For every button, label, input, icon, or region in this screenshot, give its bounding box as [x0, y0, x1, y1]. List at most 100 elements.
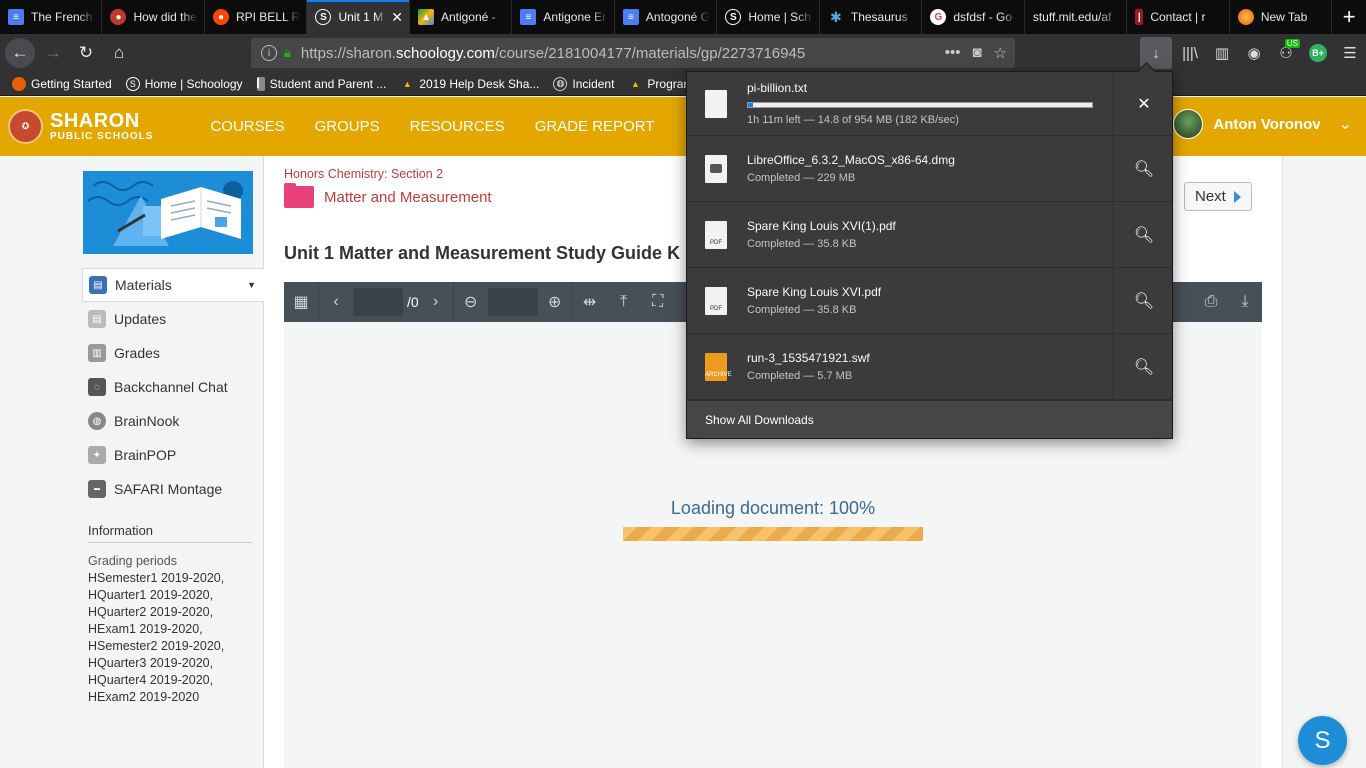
avatar	[1173, 109, 1204, 139]
nav-courses[interactable]: COURSES	[210, 118, 284, 135]
profile-badge: B+	[1309, 44, 1327, 62]
chevron-left-icon: ‹	[333, 293, 339, 310]
download-arrow-icon: ↓	[1152, 44, 1160, 62]
tab-stuff-mit[interactable]: stuff.mit.edu/af	[1025, 0, 1128, 34]
download-button[interactable]: ⤓	[1228, 282, 1262, 322]
logo-line-2: PUBLIC SCHOOLS	[50, 131, 154, 142]
sidebar-item-backchannel-chat[interactable]: ◌ Backchannel Chat	[82, 370, 264, 404]
tab-label: How did the	[133, 10, 197, 24]
user-menu[interactable]: Anton Voronov ⌄	[1173, 109, 1352, 139]
download-item[interactable]: LibreOffice_6.3.2_MacOS_x86-64.dmg Compl…	[687, 136, 1172, 202]
caret-down-icon[interactable]: ▼	[247, 280, 256, 290]
grading-period: HSemester2 2019-2020,	[88, 639, 225, 653]
new-tab-button[interactable]: +	[1332, 0, 1366, 34]
reload-button[interactable]: ↻	[71, 38, 101, 68]
tab-new-tab[interactable]: New Tab	[1230, 0, 1333, 34]
nav-resources[interactable]: RESOURCES	[410, 118, 505, 135]
download-filename: Spare King Louis XVI(1).pdf	[747, 219, 896, 233]
url-text[interactable]: https://sharon.schoology.com/course/2181…	[301, 45, 805, 62]
sidebar-item-grades[interactable]: ▥ Grades	[82, 336, 264, 370]
home-icon: ⌂	[113, 43, 125, 62]
download-icon: ⤓	[1241, 293, 1249, 310]
tab-rpi-bell[interactable]: ● RPI BELL RI	[205, 0, 308, 34]
download-filename: LibreOffice_6.3.2_MacOS_x86-64.dmg	[747, 153, 955, 167]
bookmark-getting-started[interactable]: Getting Started	[12, 76, 112, 91]
close-tab-icon[interactable]: ✕	[391, 9, 403, 26]
show-in-folder-button[interactable]: 🔍︎	[1114, 202, 1174, 267]
arrow-left-icon: ←	[11, 43, 29, 62]
download-item[interactable]: PDF Spare King Louis XVI(1).pdf Complete…	[687, 202, 1172, 268]
firefox-icon	[12, 76, 26, 91]
next-button[interactable]: Next	[1184, 182, 1252, 211]
nav-grade-report[interactable]: GRADE REPORT	[535, 118, 655, 135]
sidebar-item-updates[interactable]: ▤ Updates	[82, 302, 264, 336]
text-file-icon	[705, 89, 727, 118]
previous-page-button[interactable]: ‹	[319, 282, 353, 322]
show-in-folder-button[interactable]: 🔍︎	[1114, 136, 1174, 201]
bookmark-home-schoology[interactable]: S Home | Schoology	[125, 76, 243, 91]
url-bar[interactable]: i 🔒︎ https://sharon.schoology.com/course…	[251, 38, 1015, 68]
home-button[interactable]: ⌂	[104, 38, 134, 68]
bookmark-star-icon[interactable]: ☆	[994, 44, 1007, 62]
thumbnails-button[interactable]: ▦	[284, 282, 318, 322]
downloads-panel: pi-billion.txt 1h 11m left — 14.8 of 954…	[686, 71, 1173, 439]
chat-launcher-button[interactable]: S	[1298, 716, 1347, 765]
bookmark-student-parent[interactable]: ▎ Student and Parent ...	[256, 76, 386, 91]
search-icon: 🔍︎	[1133, 292, 1155, 310]
tab-contact[interactable]: | Contact | r	[1127, 0, 1230, 34]
library-button[interactable]: |||\	[1174, 37, 1206, 69]
tab-how-did-the[interactable]: ● How did the	[102, 0, 205, 34]
show-all-downloads-button[interactable]: Show All Downloads	[687, 400, 1172, 438]
pocket-icon[interactable]: ◙	[972, 44, 981, 62]
show-in-folder-button[interactable]: 🔍︎	[1114, 268, 1174, 333]
back-button[interactable]: ←	[5, 38, 35, 68]
tab-antogone-g[interactable]: ≡ Antogoné G	[615, 0, 718, 34]
sidebar-button[interactable]: ▥	[1206, 37, 1238, 69]
zoom-input[interactable]	[487, 288, 538, 316]
tab-unit-1[interactable]: S Unit 1 M ✕	[307, 0, 410, 34]
extension-button[interactable]: ⚇ US	[1270, 37, 1302, 69]
profile-extension-button[interactable]: B+	[1302, 37, 1334, 69]
sidebar-item-brainnook[interactable]: ◍ BrainNook	[82, 404, 264, 438]
school-logo[interactable]: ✪ SHARON PUBLIC SCHOOLS	[8, 109, 153, 144]
bookmark-help-desk[interactable]: ▲ 2019 Help Desk Sha...	[400, 77, 540, 91]
download-item[interactable]: pi-billion.txt 1h 11m left — 14.8 of 954…	[687, 72, 1172, 136]
next-page-button[interactable]: ›	[419, 282, 453, 322]
download-item[interactable]: ARCHIVE run-3_1535471921.swf Completed —…	[687, 334, 1172, 400]
zoom-out-button[interactable]: ⊖	[454, 282, 488, 322]
tab-label: Antigone Er	[543, 10, 607, 24]
tab-dsfdsf[interactable]: Gdsfdsf - Go	[922, 0, 1025, 34]
download-progress-fill	[748, 103, 754, 107]
download-progress-bar	[747, 102, 1093, 108]
account-button[interactable]: ◉	[1238, 37, 1270, 69]
print-button[interactable]: ⎙	[1194, 282, 1228, 322]
nav-groups[interactable]: GROUPS	[315, 118, 380, 135]
page-actions-icon[interactable]: •••	[945, 44, 961, 62]
menu-button[interactable]: ☰	[1334, 37, 1366, 69]
sidebar-item-safari-montage[interactable]: ▬ SAFARI Montage	[82, 472, 264, 506]
forward-button[interactable]: →	[38, 38, 68, 68]
breadcrumb[interactable]: Honors Chemistry: Section 2	[284, 167, 443, 181]
lock-icon[interactable]: 🔒︎	[284, 45, 291, 61]
tab-home-schoology[interactable]: S Home | Sch	[717, 0, 820, 34]
url-domain: schoology.com	[395, 44, 495, 62]
bookmark-incident[interactable]: ◍ Incident	[553, 76, 614, 91]
page-number-input[interactable]	[353, 288, 403, 316]
info-icon[interactable]: i	[261, 45, 277, 61]
fit-height-button[interactable]: ⤒	[607, 282, 641, 322]
fullscreen-button[interactable]: ⛶	[641, 282, 675, 322]
show-in-folder-button[interactable]: 🔍︎	[1114, 334, 1174, 399]
fullscreen-icon: ⛶	[652, 293, 664, 310]
fit-width-button[interactable]: ⇹	[573, 282, 607, 322]
sidebar-item-label: Backchannel Chat	[114, 379, 228, 395]
tab-the-french[interactable]: ≡ The French	[0, 0, 103, 34]
zoom-in-button[interactable]: ⊕	[538, 282, 572, 322]
cancel-download-button[interactable]: ✕	[1114, 72, 1174, 135]
folder-title[interactable]: Matter and Measurement	[324, 189, 492, 206]
sidebar-item-materials[interactable]: ▤ Materials ▼	[82, 268, 264, 302]
sidebar-item-brainpop[interactable]: ✦ BrainPOP	[82, 438, 264, 472]
tab-antigone[interactable]: ▲ Antigoné -	[410, 0, 513, 34]
tab-thesaurus[interactable]: ✱ Thesaurus	[820, 0, 923, 34]
download-item[interactable]: PDF Spare King Louis XVI.pdf Completed —…	[687, 268, 1172, 334]
tab-antigone-er[interactable]: ≡ Antigone Er	[512, 0, 615, 34]
